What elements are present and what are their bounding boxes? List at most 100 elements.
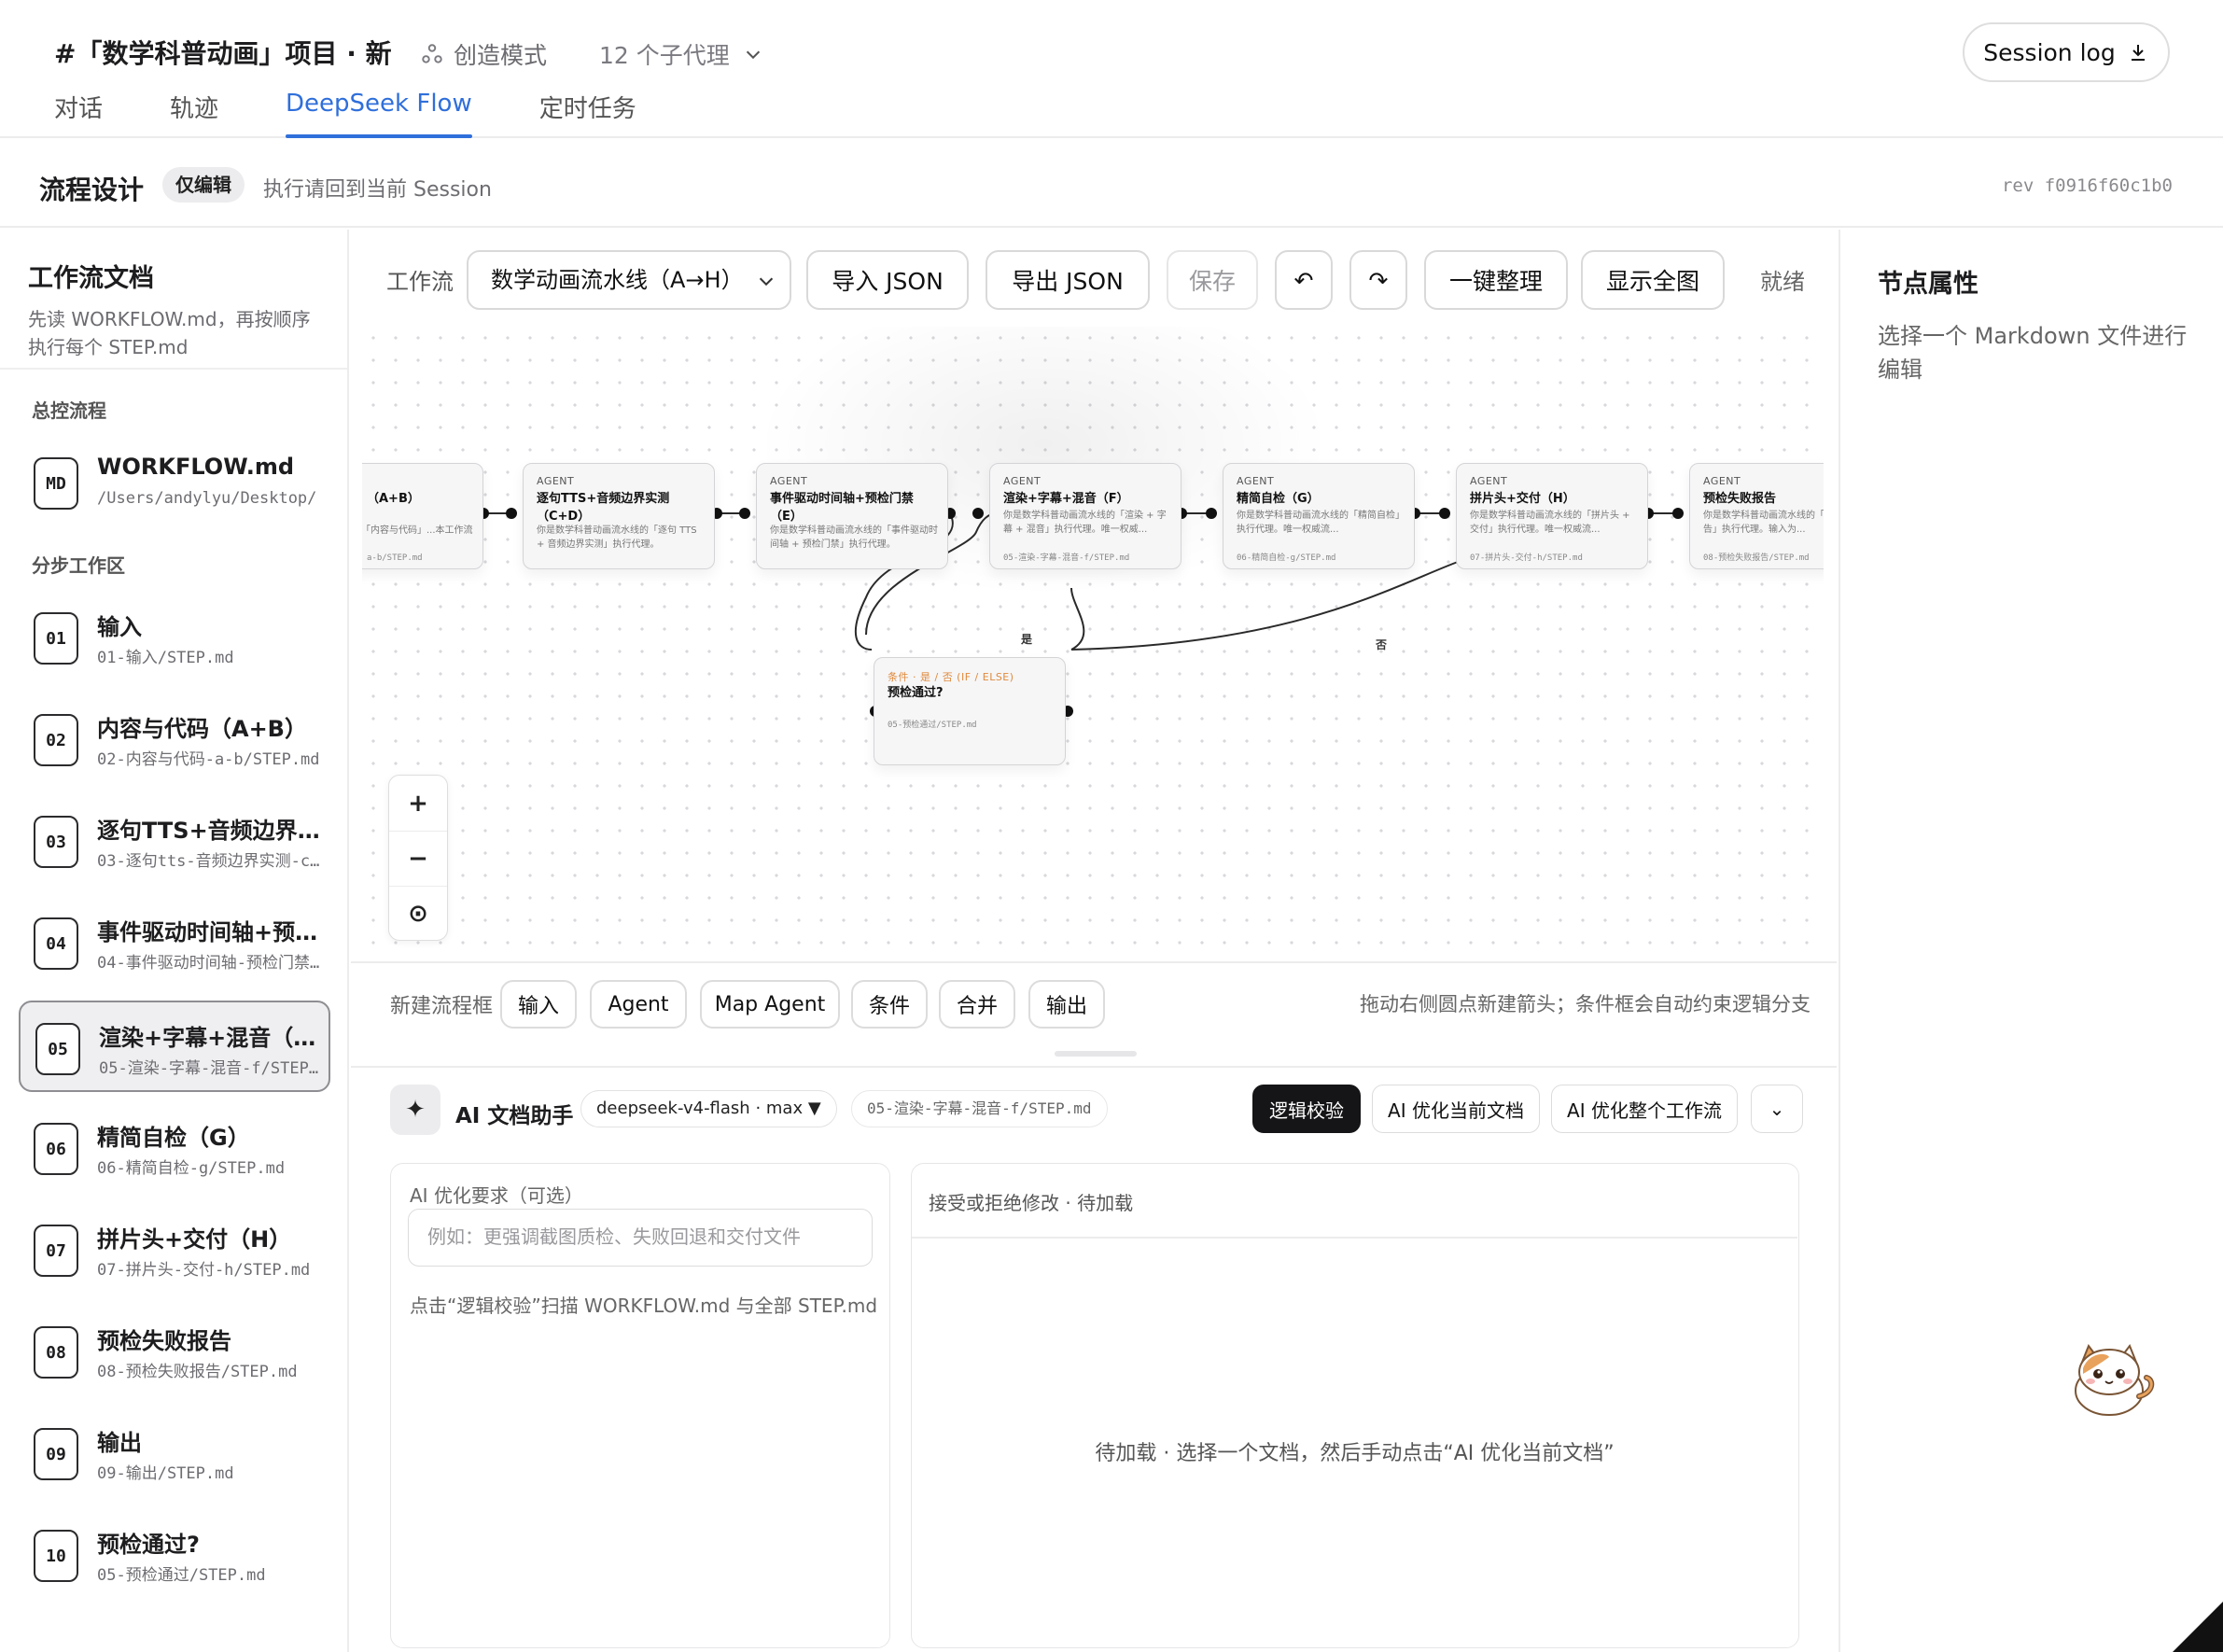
sidebar-item-path: 02-内容与代码-a-b/STEP.md: [97, 750, 320, 769]
node-title: 预检通过?: [888, 686, 944, 700]
sidebar-item-path: 03-逐句tts-音频边界实测-c-d/STEP.md: [97, 852, 321, 871]
undo-button[interactable]: ↶: [1275, 250, 1333, 310]
redo-button[interactable]: ↷: [1349, 250, 1407, 310]
step-number: 03: [34, 816, 78, 868]
sidebar-item-step-01[interactable]: 01 输入 01-输入/STEP.md: [19, 592, 330, 683]
sidebar-item-step-09[interactable]: 09 输出 09-输出/STEP.md: [19, 1407, 330, 1499]
zoom-out-button[interactable]: −: [389, 831, 447, 886]
sidebar-item-step-02[interactable]: 02 内容与代码（A+B） 02-内容与代码-a-b/STEP.md: [19, 693, 330, 785]
add-condition-node-button[interactable]: 条件: [851, 980, 928, 1029]
corner-decoration: [2173, 1602, 2223, 1652]
flow-node-e[interactable]: AGENT 事件驱动时间轴+预检门禁（E） 你是数学科普动画流水线的「事件驱动时…: [756, 463, 948, 569]
flow-node-g[interactable]: AGENT 精简自检（G） 你是数学科普动画流水线的「精简自检」执行代理。唯一权…: [1223, 463, 1415, 569]
node-desc: 你是数学科普动画流水线的「渲染 + 字幕 + 混音」执行代理。唯一权威...: [1003, 511, 1167, 535]
cat-mascot-icon[interactable]: [2061, 1337, 2158, 1421]
ai-request-label: AI 优化要求（可选）: [410, 1184, 583, 1207]
node-properties-panel: 节点属性 选择一个 Markdown 文件进行编辑: [1839, 230, 2223, 1652]
flow-node-h[interactable]: AGENT 拼片头+交付（H） 你是数学科普动画流水线的「拼片头 + 交付」执行…: [1456, 463, 1648, 569]
export-json-button[interactable]: 导出 JSON: [986, 250, 1150, 310]
flow-node-f[interactable]: AGENT 渲染+字幕+混音（F） 你是数学科普动画流水线的「渲染 + 字幕 +…: [989, 463, 1181, 569]
node-title: 拼片头+交付（H）: [1470, 492, 1575, 506]
node-kind: 条件 · 是 / 否 (IF / ELSE): [888, 671, 1014, 683]
sidebar-item-step-07[interactable]: 07 拼片头+交付（H） 07-拼片头-交付-h/STEP.md: [19, 1204, 330, 1295]
sidebar-item-name: 输出: [97, 1430, 142, 1456]
sidebar-item-name: 输入: [97, 614, 142, 640]
zoom-controls: + − ⊙: [388, 775, 448, 941]
tab-deepseek-flow[interactable]: DeepSeek Flow: [286, 90, 472, 138]
chevron-down-icon: [759, 277, 774, 287]
mode-indicator[interactable]: 创造模式: [420, 37, 547, 71]
logic-check-button[interactable]: 逻辑校验: [1252, 1085, 1361, 1133]
optimize-workflow-button[interactable]: AI 优化整个工作流: [1551, 1085, 1738, 1133]
tab-scheduled[interactable]: 定时任务: [539, 90, 636, 136]
node-kind: AGENT: [1470, 475, 1508, 487]
sidebar-item-workflow[interactable]: MD WORKFLOW.md /Users/andylyu/Desktop/: [19, 437, 330, 528]
add-agent-node-button[interactable]: Agent: [590, 980, 687, 1029]
workflow-select[interactable]: 数学动画流水线（A→H）: [467, 250, 791, 310]
tab-trace[interactable]: 轨迹: [170, 90, 218, 136]
optimize-doc-button[interactable]: AI 优化当前文档: [1372, 1085, 1540, 1133]
node-desc: 你是数学科普动画流水线的「拼片头 + 交付」执行代理。唯一权威流...: [1470, 511, 1630, 535]
new-frame-hint: 拖动右侧圆点新建箭头；条件框会自动约束逻辑分支: [1360, 993, 1811, 1015]
sidebar-item-step-08[interactable]: 08 预检失败报告 08-预检失败报告/STEP.md: [19, 1306, 330, 1397]
flow-node-condition[interactable]: 条件 · 是 / 否 (IF / ELSE) 预检通过? 05-预检通过/STE…: [874, 657, 1066, 765]
subagents-dropdown[interactable]: 12 个子代理: [599, 37, 763, 71]
sidebar-item-path: 01-输入/STEP.md: [97, 649, 234, 667]
resize-handle[interactable]: [1055, 1051, 1137, 1057]
sidebar-item-step-05[interactable]: 05 渲染+字幕+混音（F） 05-渲染-字幕-混音-f/STEP.md: [19, 1001, 330, 1092]
sidebar-item-path: 07-拼片头-交付-h/STEP.md: [97, 1261, 311, 1280]
properties-title: 节点属性: [1878, 270, 1978, 299]
flow-node-ab[interactable]: （A+B） 动画流水线的「内容与代码」...本工作流唯一权... a-b/STE…: [362, 463, 483, 569]
step-number: 04: [34, 917, 78, 970]
sidebar-item-name: 渲染+字幕+混音（F）: [99, 1025, 323, 1051]
sidebar-item-step-10[interactable]: 10 预检通过? 05-预检通过/STEP.md: [19, 1509, 330, 1601]
save-button[interactable]: 保存: [1167, 250, 1258, 310]
sidebar-item-path: 05-预检通过/STEP.md: [97, 1566, 266, 1585]
sidebar-item-path: /Users/andylyu/Desktop/: [97, 489, 317, 508]
sidebar-item-step-06[interactable]: 06 精简自检（G） 06-精简自检-g/STEP.md: [19, 1102, 330, 1194]
node-kind: AGENT: [770, 475, 808, 487]
sidebar-item-path: 09-输出/STEP.md: [97, 1464, 234, 1483]
sidebar-item-step-03[interactable]: 03 逐句TTS+音频边界实测（C+D） 03-逐句tts-音频边界实测-c-d…: [19, 795, 330, 887]
step-number: 10: [34, 1530, 78, 1582]
sparkle-icon: ✦: [390, 1085, 440, 1135]
flow-canvas[interactable]: 是 否 （A+B） 动画流水线的「内容与代码」...本工作流唯一权... a-b…: [362, 327, 1824, 961]
flow-editor: 工作流 数学动画流水线（A→H） 导入 JSON 导出 JSON 保存 ↶ ↷ …: [351, 230, 1837, 1652]
step-number: 01: [34, 612, 78, 665]
edge-label-no: 否: [1376, 638, 1388, 651]
session-log-label: Session log: [1983, 38, 2116, 66]
divider: [0, 368, 347, 370]
import-json-button[interactable]: 导入 JSON: [806, 250, 969, 310]
sidebar-item-path: 06-精简自检-g/STEP.md: [97, 1159, 286, 1178]
flow-node-failure-report[interactable]: AGENT 预检失败报告 你是数学科普动画流水线的「预检失败报告」执行代理。输入…: [1689, 463, 1824, 569]
add-map-agent-node-button[interactable]: Map Agent: [700, 980, 840, 1029]
edge-cond-h: [1070, 561, 1459, 651]
ai-request-input[interactable]: 例如：更强调截图质检、失败回退和交付文件: [408, 1209, 873, 1267]
current-file-chip: 05-渲染-字幕-混音-f/STEP.md: [851, 1090, 1108, 1127]
sub-header: 流程设计 仅编辑 执行请回到当前 Session rev f0916f60c1b…: [0, 140, 2223, 228]
node-path: 05-渲染-字幕-混音-f/STEP.md: [1003, 553, 1130, 563]
model-select[interactable]: deepseek-v4-flash · max ▼: [580, 1090, 837, 1127]
add-merge-node-button[interactable]: 合并: [939, 980, 1015, 1029]
add-output-node-button[interactable]: 输出: [1028, 980, 1105, 1029]
flow-toolbar: 工作流 数学动画流水线（A→H） 导入 JSON 导出 JSON 保存 ↶ ↷ …: [351, 230, 1837, 323]
node-title: 渲染+字幕+混音（F）: [1003, 492, 1129, 506]
add-input-node-button[interactable]: 输入: [500, 980, 577, 1029]
node-title: 事件驱动时间轴+预检门禁（E）: [770, 492, 914, 524]
tab-chat[interactable]: 对话: [54, 90, 103, 136]
recenter-button[interactable]: ⊙: [389, 886, 447, 941]
sidebar-item-step-04[interactable]: 04 事件驱动时间轴+预检门禁（E） 04-事件驱动时间轴-预检门禁-e/STE…: [19, 897, 330, 988]
zoom-in-button[interactable]: +: [389, 776, 447, 831]
workflow-sidebar: 工作流文档 先读 WORKFLOW.md，再按顺序执行每个 STEP.md 总控…: [0, 230, 349, 1652]
download-icon: [2131, 45, 2145, 61]
edge-cond-no: [1070, 587, 1085, 651]
more-options-button[interactable]: ⌄: [1751, 1085, 1803, 1133]
sidebar-item-name: 预检通过?: [97, 1532, 200, 1558]
revision-label: rev f0916f60c1b0: [2001, 175, 2173, 196]
node-kind: AGENT: [1237, 475, 1275, 487]
session-log-button[interactable]: Session log: [1963, 22, 2170, 82]
auto-layout-button[interactable]: 一键整理: [1424, 250, 1568, 310]
fit-view-button[interactable]: 显示全图: [1581, 250, 1725, 310]
flow-node-cd[interactable]: AGENT 逐句TTS+音频边界实测（C+D） 你是数学科普动画流水线的「逐句 …: [523, 463, 715, 569]
node-path: 06-精简自检-g/STEP.md: [1237, 553, 1336, 563]
